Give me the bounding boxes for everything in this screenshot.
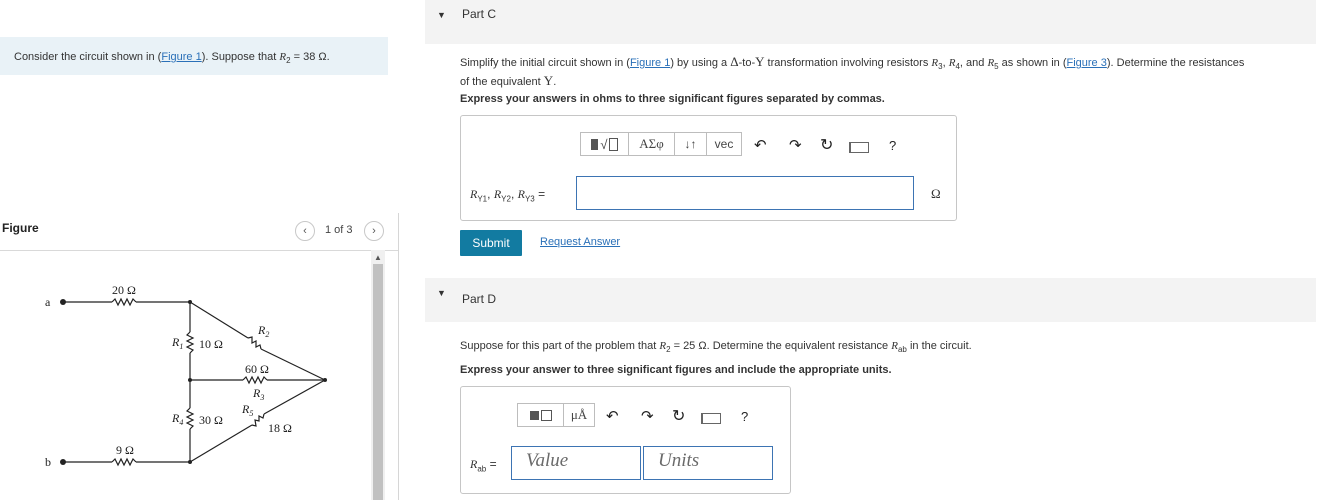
figure-page-indicator: 1 of 3 bbox=[325, 224, 353, 236]
next-figure-button[interactable]: › bbox=[364, 221, 384, 241]
part-c-title: Part C bbox=[462, 7, 497, 21]
redo-icon[interactable]: ↷ bbox=[789, 136, 802, 154]
figure-scrollbar[interactable]: ▲ bbox=[371, 250, 385, 500]
template-box-icon bbox=[608, 137, 618, 151]
r5-label: R5 bbox=[241, 402, 253, 418]
keyboard-icon[interactable] bbox=[849, 142, 869, 153]
request-answer-link[interactable]: Request Answer bbox=[540, 236, 620, 248]
resistor-9 bbox=[111, 457, 137, 467]
r2-label: R2 bbox=[257, 323, 269, 339]
value-placeholder: Value bbox=[526, 450, 569, 471]
greek-button[interactable]: ΑΣφ bbox=[629, 133, 675, 155]
junction-dot bbox=[323, 378, 327, 382]
part-c-question: Simplify the initial circuit shown in (F… bbox=[460, 54, 1245, 89]
collapse-triangle-icon: ▼ bbox=[437, 10, 446, 20]
reset-icon[interactable]: ↻ bbox=[672, 406, 685, 426]
node-a-dot bbox=[60, 299, 66, 305]
help-button[interactable]: ? bbox=[889, 138, 896, 153]
part-d-header[interactable]: ▼ Part D bbox=[425, 278, 1316, 322]
wire bbox=[260, 348, 326, 381]
undo-icon[interactable]: ↶ bbox=[606, 407, 619, 425]
keyboard-icon[interactable] bbox=[701, 413, 721, 424]
vector-button[interactable]: vec bbox=[707, 133, 741, 155]
r1-label: R1 bbox=[171, 335, 183, 351]
resistor-r3 bbox=[242, 375, 268, 385]
figure-1-link[interactable]: Figure 1 bbox=[161, 51, 201, 63]
resistor-r5 bbox=[251, 413, 265, 427]
ohm-unit-label: Ω bbox=[931, 186, 941, 201]
part-c-instruction: Express your answers in ohms to three si… bbox=[460, 93, 885, 105]
r3-value: 60 Ω bbox=[245, 362, 269, 376]
submit-button[interactable]: Submit bbox=[460, 230, 522, 256]
part-d-instruction: Express your answer to three significant… bbox=[460, 364, 892, 376]
reset-icon[interactable]: ↻ bbox=[820, 135, 833, 155]
part-c-answer-input[interactable] bbox=[576, 176, 914, 210]
part-d-question: Suppose for this part of the problem tha… bbox=[460, 340, 972, 355]
junction-dot bbox=[188, 378, 192, 382]
units-input[interactable]: Units bbox=[643, 446, 773, 480]
r4-value: 30 Ω bbox=[199, 413, 223, 427]
r1-value: 10 Ω bbox=[199, 337, 223, 351]
node-a-label: a bbox=[45, 295, 51, 309]
r-top-value: 20 Ω bbox=[112, 283, 136, 297]
templates-button[interactable]: √ bbox=[581, 133, 629, 155]
part-d-title: Part D bbox=[462, 292, 497, 306]
template-box-icon bbox=[540, 409, 552, 421]
node-b-dot bbox=[60, 459, 66, 465]
part-d-answer-label: Rab = bbox=[470, 457, 497, 474]
intro-pre: Consider the circuit shown in ( bbox=[14, 51, 162, 63]
circuit-diagram: a b 20 Ω 9 Ω R1 10 Ω R2 60 Ω R3 R4 30 Ω … bbox=[45, 283, 327, 469]
units-toolbar: μÅ bbox=[517, 403, 595, 427]
r4-label: R4 bbox=[171, 411, 183, 427]
intro-post: = 38 Ω. bbox=[290, 51, 330, 63]
wire bbox=[189, 301, 249, 339]
collapse-triangle-icon: ▼ bbox=[437, 288, 446, 298]
units-button[interactable]: μÅ bbox=[564, 404, 594, 426]
junction-dot bbox=[188, 460, 192, 464]
chevron-right-icon: › bbox=[372, 225, 376, 237]
wire bbox=[189, 424, 253, 463]
resistor-r2 bbox=[247, 336, 262, 350]
sqrt-icon: √ bbox=[600, 136, 608, 152]
panel-divider bbox=[398, 213, 399, 500]
templates-button[interactable] bbox=[518, 404, 564, 426]
prev-figure-button[interactable]: ‹ bbox=[295, 221, 315, 241]
intro-text: Consider the circuit shown in (Figure 1)… bbox=[14, 51, 330, 65]
template-box-icon bbox=[591, 138, 599, 150]
figure-title: Figure bbox=[2, 221, 39, 235]
junction-dot bbox=[188, 300, 192, 304]
figure-1-link[interactable]: Figure 1 bbox=[630, 57, 670, 69]
resistor-20 bbox=[111, 297, 137, 307]
chevron-left-icon: ‹ bbox=[303, 225, 307, 237]
math-toolbar: √ ΑΣφ ↓↑ vec bbox=[580, 132, 742, 156]
template-box-icon bbox=[529, 410, 539, 420]
r5-value: 18 Ω bbox=[268, 421, 292, 435]
wire bbox=[263, 379, 326, 415]
node-b-label: b bbox=[45, 455, 51, 469]
subscript-superscript-button[interactable]: ↓↑ bbox=[675, 133, 707, 155]
redo-icon[interactable]: ↷ bbox=[641, 407, 654, 425]
scrollbar-thumb[interactable] bbox=[373, 264, 383, 500]
value-input[interactable]: Value bbox=[511, 446, 641, 480]
scroll-up-arrow-icon[interactable]: ▲ bbox=[374, 253, 382, 262]
resistor-r4 bbox=[185, 407, 195, 430]
help-button[interactable]: ? bbox=[741, 409, 748, 424]
part-c-answer-label: RY1, RY2, RY3 = bbox=[470, 187, 546, 204]
r-bottom-value: 9 Ω bbox=[116, 443, 134, 457]
figure-header: Figure ‹ 1 of 3 › bbox=[0, 218, 398, 251]
units-placeholder: Units bbox=[658, 450, 700, 471]
problem-intro: Consider the circuit shown in (Figure 1)… bbox=[0, 37, 388, 75]
intro-mid: ). Suppose that bbox=[201, 51, 280, 63]
figure-3-link[interactable]: Figure 3 bbox=[1067, 57, 1107, 69]
part-c-header[interactable]: ▼ Part C bbox=[425, 0, 1316, 44]
undo-icon[interactable]: ↶ bbox=[754, 136, 767, 154]
resistor-r1 bbox=[185, 331, 195, 354]
r3-label: R3 bbox=[252, 386, 264, 402]
